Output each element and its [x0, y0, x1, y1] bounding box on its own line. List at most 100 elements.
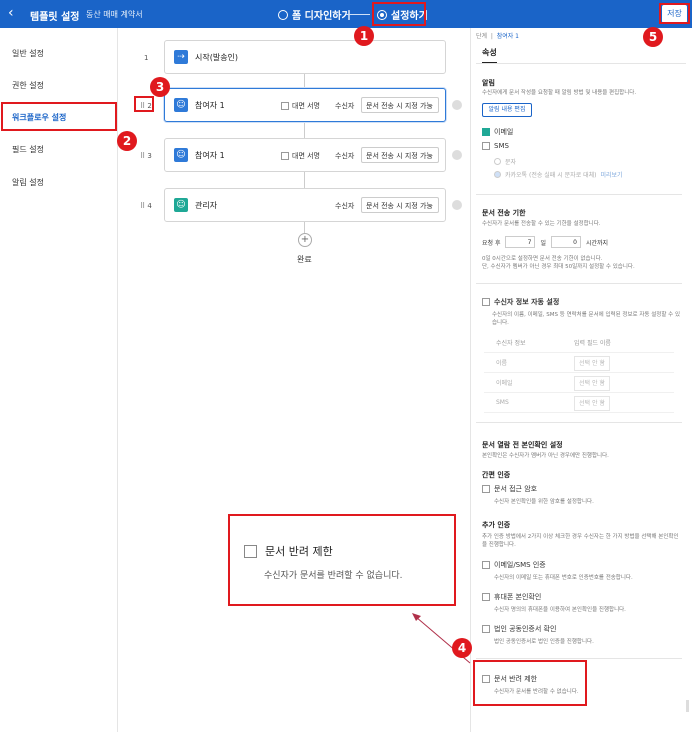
user-icon: ☺ [174, 148, 188, 162]
recipient-label: 수신자 [335, 102, 355, 110]
recipient-select[interactable]: 문서 전송 시 지정 가능 ⌄ [361, 147, 439, 163]
callout-desc: 수신자가 문서를 반려할 수 없습니다. [264, 571, 403, 581]
option-desc: 법인 공동인증서로 법인 인증을 진행합니다. [494, 639, 594, 645]
recipient-label: 수신자 [335, 152, 355, 160]
option-desc: 수신자 명의의 휴대폰을 이용하여 본인확인을 진행합니다. [494, 607, 626, 613]
chevron-down-icon: ⌄ [427, 100, 434, 109]
section-divider [476, 283, 682, 284]
zoom-callout: 문서 반려 제한 수신자가 문서를 반려할 수 없습니다. [228, 514, 456, 606]
checkbox-icon [244, 544, 257, 558]
add-node-icon[interactable]: + [298, 233, 312, 247]
section-desc: 본인확인은 수신자가 멤버가 아닌 경우에만 진행합니다. [482, 453, 609, 459]
recipient-select[interactable]: 문서 전송 시 지정 가능 ⌄ [361, 197, 439, 213]
sidebar-item-field[interactable]: 필드 설정 [12, 144, 44, 155]
callout-checkbox-row: 문서 반려 제한 [244, 543, 333, 559]
sidebar-item-permission[interactable]: 권한 설정 [12, 80, 44, 91]
app-header: ‹ 템플릿 설정 동산 매매 계약서 폼 디자인하기 설정하기 저장 [0, 0, 692, 28]
sms-option-text[interactable]: 문자 [494, 157, 516, 166]
page-title: 템플릿 설정 [30, 12, 80, 23]
connector-line [304, 74, 305, 88]
user-send-icon: ⇢ [174, 50, 188, 64]
sidebar-item-general[interactable]: 일반 설정 [12, 48, 44, 59]
section-desc: 추가 인증 방법에서 2가지 이상 체크한 경우 수신자는 한 가지 방법을 선… [482, 534, 679, 548]
step-badge: 4 [452, 638, 472, 658]
email-checkbox[interactable]: 이메일 [482, 127, 513, 137]
access-password-checkbox[interactable]: 문서 접근 암호 [482, 484, 537, 494]
radio-icon [278, 9, 288, 20]
checkbox-icon [482, 142, 490, 150]
days-input[interactable]: 7 [505, 236, 536, 248]
recipient-select[interactable]: 문서 전송 시 지정 가능 ⌄ [361, 97, 439, 113]
checkbox-icon [281, 152, 289, 160]
phone-auth-checkbox[interactable]: 휴대폰 본인확인 [482, 592, 541, 602]
node-label: 관리자 [195, 201, 218, 210]
face-to-face-checkbox[interactable]: 대면 서명 [281, 151, 320, 161]
deadline-inputs: 요청 후 7 일 0 시간까지 [482, 236, 608, 248]
tab-divider [476, 63, 686, 64]
checkbox-checked-icon [482, 128, 490, 136]
step-badge: 3 [150, 77, 170, 97]
remove-node-icon[interactable] [452, 100, 462, 110]
user-icon: ☺ [174, 98, 188, 112]
preview-link[interactable]: 미리보기 [601, 170, 623, 179]
node-number: 1 [144, 54, 149, 62]
workflow-canvas [118, 28, 470, 732]
workflow-node-start[interactable]: ⇢ 시작(발송인) [164, 40, 446, 74]
breadcrumb: 단계 | 참여자 1 [476, 33, 519, 40]
workflow-end-label: 완료 [297, 255, 312, 264]
workflow-node-participant-2[interactable]: ☺ 참여자 1 대면 서명 수신자 문서 전송 시 지정 가능 ⌄ [164, 138, 446, 172]
step-badge: 5 [643, 27, 663, 47]
face-to-face-checkbox[interactable]: 대면 서명 [281, 101, 320, 111]
connector-line [304, 122, 305, 138]
deadline-note: 0일 0시간으로 설정하면 문서 전송 기한이 없습니다. [482, 256, 603, 262]
field-select[interactable]: 선택 안 함 ⌄ [574, 356, 610, 371]
workflow-node-admin[interactable]: ☺ 관리자 수신자 문서 전송 시 지정 가능 ⌄ [164, 188, 446, 222]
edit-notification-button[interactable]: 알림 내용 편집 [482, 103, 532, 117]
highlight-node-number [134, 96, 154, 112]
sms-checkbox[interactable]: SMS [482, 142, 509, 150]
section-title-deadline: 문서 전송 기한 [482, 209, 526, 217]
section-desc: 수신자에게 문서 작성을 요청할 때 알림 방법 및 내용을 편집합니다. [482, 90, 637, 96]
corp-cert-checkbox[interactable]: 법인 공동인증서 확인 [482, 624, 556, 634]
step-badge: 1 [354, 26, 374, 46]
sidebar-item-notification[interactable]: 알림 설정 [12, 177, 44, 188]
subsection-extra: 추가 인증 [482, 521, 511, 529]
sms-option-kakao[interactable]: 카카오톡 (전송 실패 시 문자로 대체) 미리보기 [494, 170, 623, 179]
recipient-label: 수신자 [335, 202, 355, 210]
template-name: 동산 매매 계약서 [86, 10, 143, 19]
step-form-design[interactable]: 폼 디자인하기 [278, 7, 351, 22]
node-label: 시작(발송인) [195, 53, 239, 62]
table-row: SMS 선택 안 함 ⌄ [484, 393, 674, 413]
email-sms-auth-checkbox[interactable]: 이메일/SMS 인증 [482, 560, 546, 570]
node-number: ⠿ 3 [140, 152, 152, 160]
field-select[interactable]: 선택 안 함 ⌄ [574, 396, 610, 411]
node-label: 참여자 1 [195, 101, 225, 110]
hours-input[interactable]: 0 [551, 236, 581, 248]
autofill-checkbox[interactable]: 수신자 정보 자동 설정 [482, 297, 559, 307]
radio-icon [494, 158, 501, 165]
chevron-down-icon: ⌄ [599, 378, 605, 385]
tab-properties[interactable]: 속성 [482, 47, 497, 64]
chevron-left-icon[interactable]: ‹ [8, 5, 14, 21]
deadline-note: 단, 수신자가 멤버가 아닌 경우 최대 50일까지 설정할 수 있습니다. [482, 264, 635, 270]
table-row: 이름 선택 안 함 ⌄ [484, 353, 674, 373]
chevron-down-icon: ⌄ [599, 398, 605, 405]
checkbox-icon [482, 298, 490, 306]
option-desc: 수신자 본인확인을 위한 암호를 설정합니다. [494, 499, 594, 505]
highlight-save [659, 3, 690, 24]
checkbox-icon [482, 593, 490, 601]
node-label: 참여자 1 [195, 151, 225, 160]
option-desc: 수신자의 이메일 또는 휴대폰 번호로 인증번호를 전송합니다. [494, 575, 633, 581]
checkbox-icon [482, 561, 490, 569]
remove-node-icon[interactable] [452, 200, 462, 210]
autofill-table: 수신자 정보 입력 필드 이름 이름 선택 안 함 ⌄ 이메일 선택 안 함 ⌄ SMS 선… [484, 333, 674, 413]
highlight-reject [473, 660, 587, 706]
highlight-settings-step [372, 2, 426, 26]
chevron-down-icon: ⌄ [427, 200, 434, 209]
section-title-notify: 알림 [482, 79, 495, 87]
workflow-node-participant-1[interactable]: ☺ 참여자 1 대면 서명 수신자 문서 전송 시 지정 가능 ⌄ [164, 88, 446, 122]
scrollbar[interactable] [686, 700, 689, 712]
checkbox-icon [482, 625, 490, 633]
field-select[interactable]: 선택 안 함 ⌄ [574, 376, 610, 391]
remove-node-icon[interactable] [452, 150, 462, 160]
